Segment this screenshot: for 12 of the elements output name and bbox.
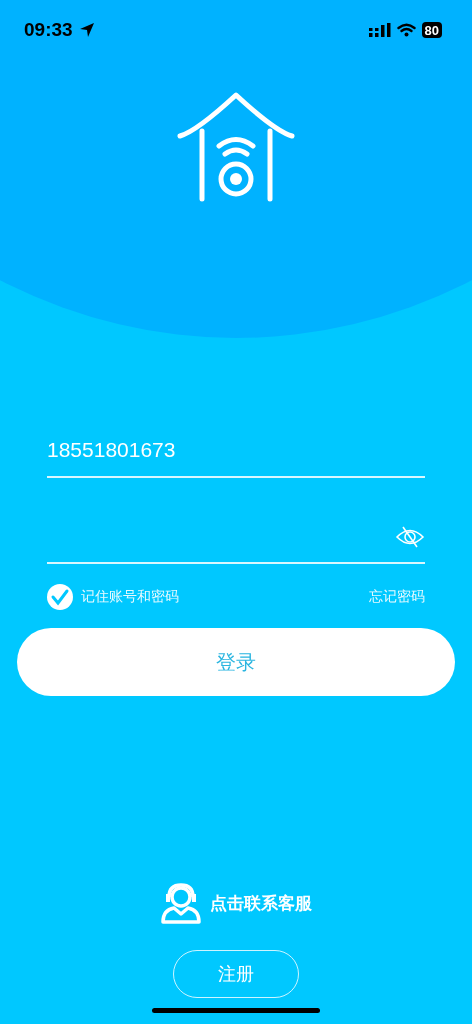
signal-icon [368,23,391,37]
forgot-password-link[interactable]: 忘记密码 [369,588,425,606]
status-time: 09:33 [24,19,73,41]
login-button[interactable]: 登录 [17,628,455,696]
contact-support-link[interactable]: 点击联系客服 [210,891,312,915]
phone-field[interactable]: 18551801673 [47,428,425,478]
location-arrow-icon [78,22,95,38]
customer-service-icon[interactable] [160,882,202,924]
remember-checkbox[interactable] [47,584,73,610]
hidden-eye-icon[interactable] [395,526,425,548]
wifi-icon [396,23,416,37]
remember-label: 记住账号和密码 [81,588,179,606]
